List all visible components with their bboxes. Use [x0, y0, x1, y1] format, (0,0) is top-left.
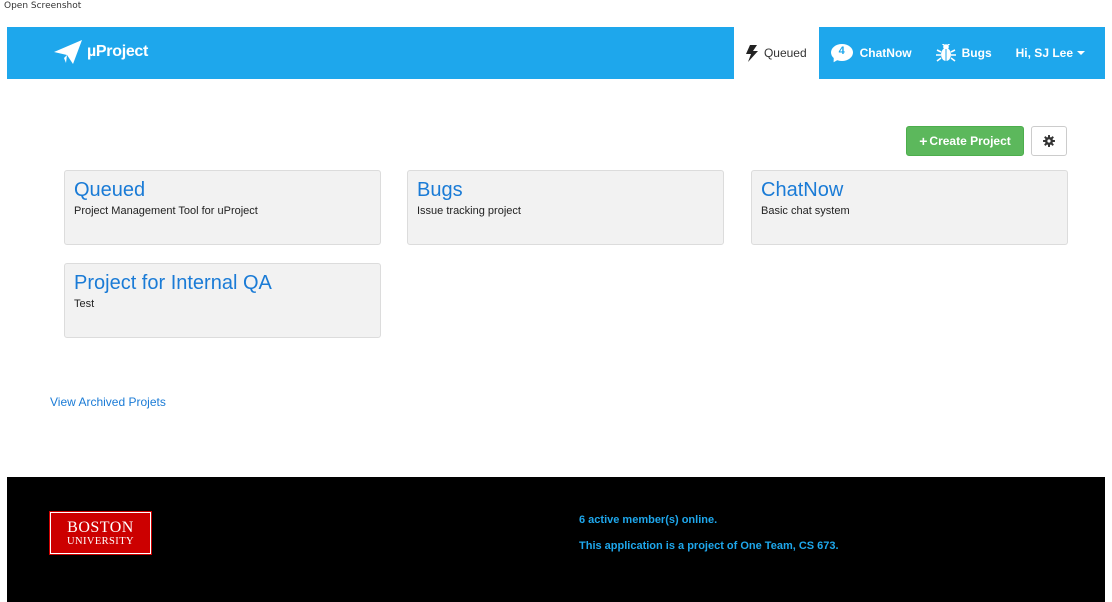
project-description: Issue tracking project	[417, 205, 521, 217]
nav-queued[interactable]: Queued	[733, 27, 819, 79]
gear-icon	[1043, 135, 1055, 147]
nav-chatnow[interactable]: 4 ChatNow	[819, 27, 924, 79]
nav-bugs-label: Bugs	[961, 46, 992, 60]
paper-plane-icon	[54, 40, 82, 64]
create-project-button[interactable]: + Create Project	[906, 126, 1024, 156]
project-description: Project Management Tool for uProject	[74, 205, 258, 217]
lightning-icon	[745, 44, 758, 62]
view-archived-projects-link[interactable]: View Archived Projets	[50, 395, 166, 409]
nav-bugs[interactable]: Bugs	[924, 27, 1004, 79]
project-title[interactable]: Bugs	[417, 177, 714, 203]
project-card-chatnow[interactable]: ChatNow Basic chat system	[751, 170, 1068, 245]
caret-down-icon	[1077, 51, 1085, 55]
project-description: Basic chat system	[761, 205, 850, 217]
project-title[interactable]: ChatNow	[761, 177, 1058, 203]
bug-icon	[935, 44, 956, 62]
project-card-bugs[interactable]: Bugs Issue tracking project	[407, 170, 724, 245]
user-menu-label: Hi, SJ Lee	[1015, 46, 1073, 60]
nav-chatnow-label: ChatNow	[859, 46, 912, 60]
online-members-text: 6 active member(s) online.	[579, 514, 718, 526]
user-menu[interactable]: Hi, SJ Lee	[1004, 27, 1105, 79]
project-credit-text: This application is a project of One Tea…	[579, 540, 839, 552]
plus-icon: +	[919, 133, 928, 149]
logo-line-2: UNIVERSITY	[67, 535, 134, 547]
top-navbar: µProject Queued 4 ChatNow Bugs Hi, SJ Le…	[7, 27, 1105, 79]
settings-button[interactable]	[1031, 126, 1067, 156]
brand-name: µProject	[87, 43, 149, 60]
project-card-internal-qa[interactable]: Project for Internal QA Test	[64, 263, 381, 338]
project-title[interactable]: Project for Internal QA	[74, 270, 371, 296]
brand-link[interactable]: µProject	[53, 39, 148, 65]
project-title[interactable]: Queued	[74, 177, 371, 203]
project-card-queued[interactable]: Queued Project Management Tool for uProj…	[64, 170, 381, 245]
logo-line-1: BOSTON	[67, 518, 134, 536]
nav-queued-label: Queued	[763, 46, 807, 60]
project-description: Test	[74, 298, 95, 310]
chat-count-badge: 4	[838, 45, 845, 57]
create-project-label: Create Project	[929, 134, 1011, 148]
nav-right: Queued 4 ChatNow Bugs Hi, SJ Lee	[733, 27, 1105, 79]
footer: BOSTON UNIVERSITY 6 active member(s) onl…	[7, 477, 1105, 602]
window-caption: Open Screenshot	[4, 1, 82, 11]
boston-university-logo: BOSTON UNIVERSITY	[49, 511, 152, 555]
chat-bubble-icon: 4	[830, 43, 855, 65]
